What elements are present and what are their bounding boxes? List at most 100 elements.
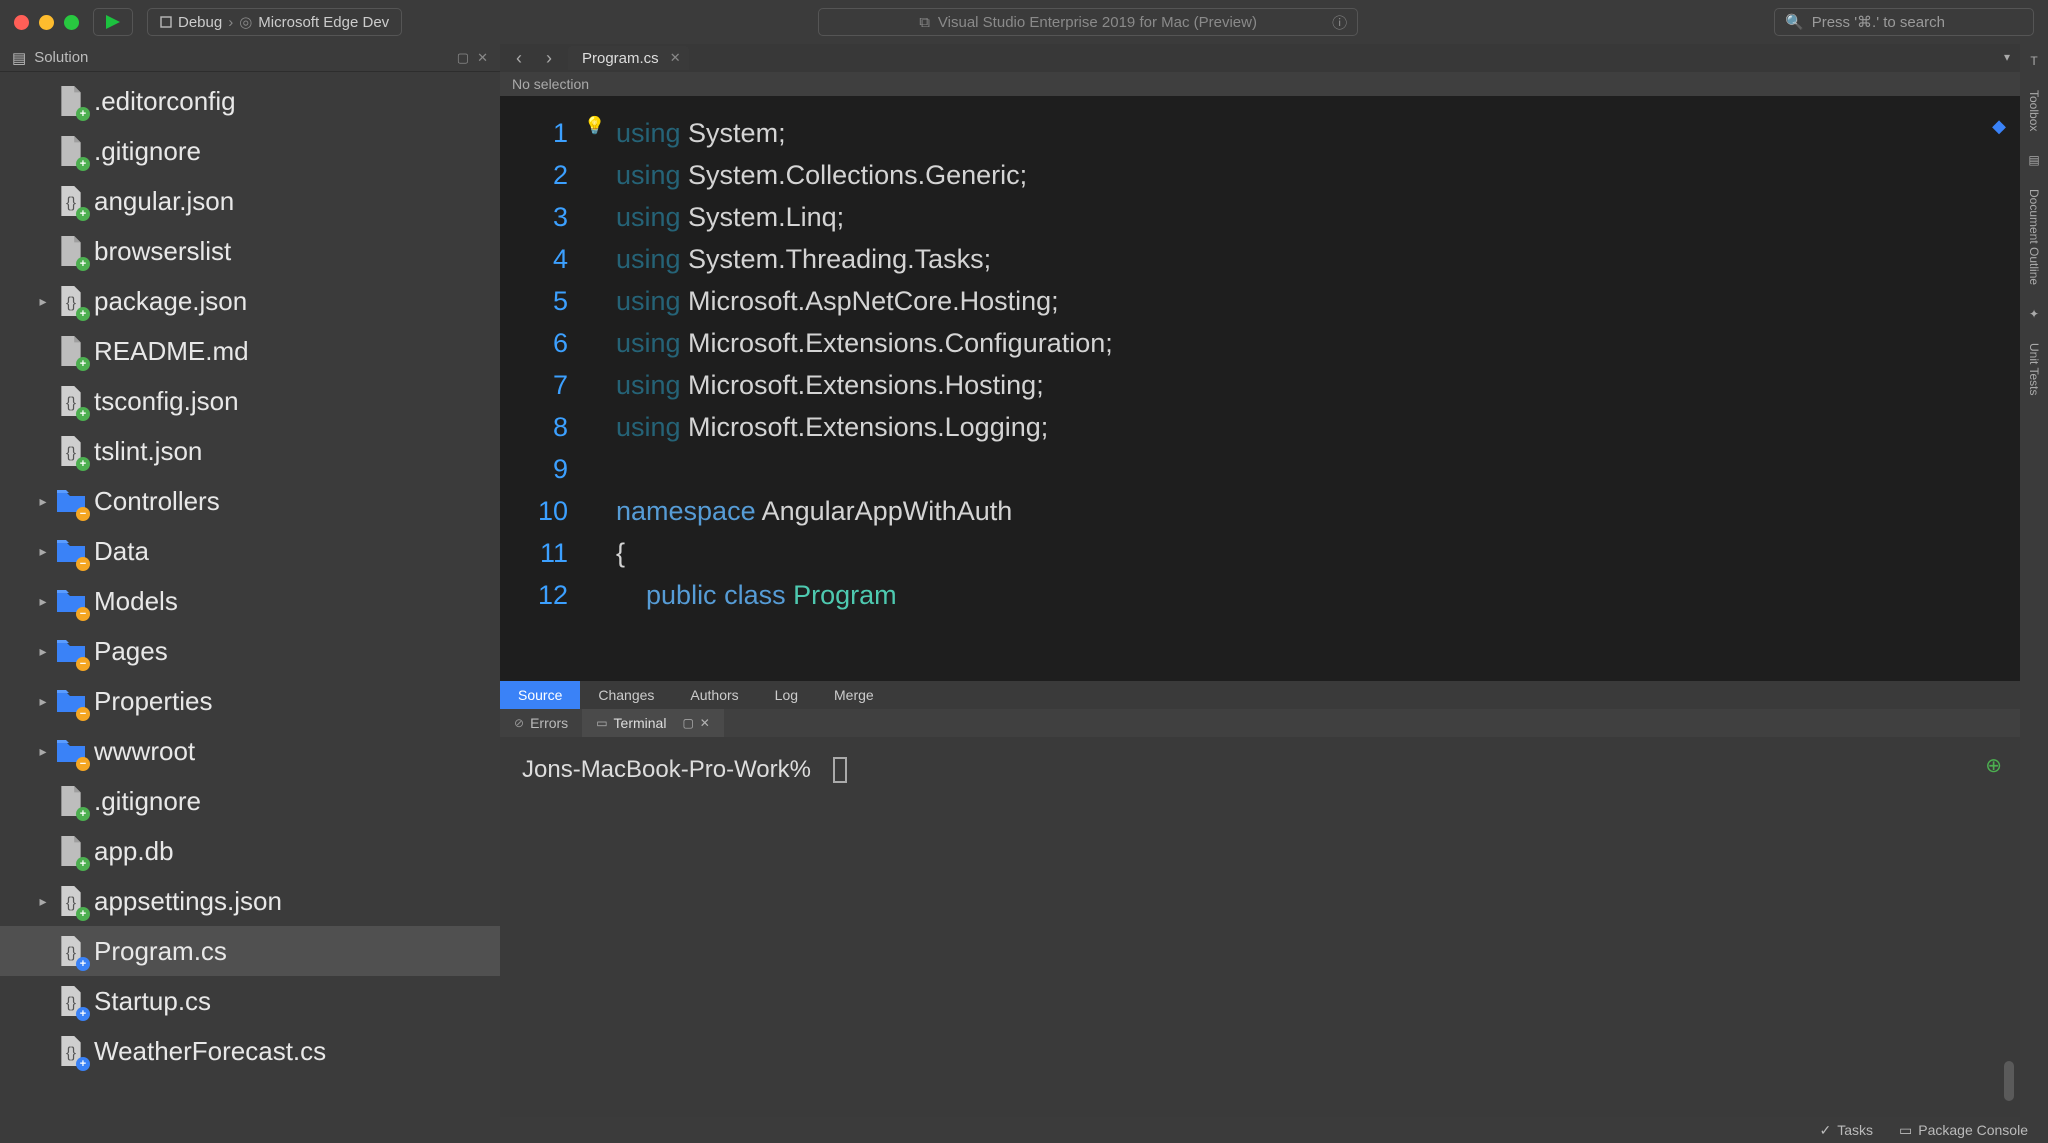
outline-label[interactable]: Document Outline [2027,189,2041,285]
blame-tabstrip: SourceChangesAuthorsLogMerge [500,681,2020,709]
status-bar: ✓ Tasks ▭ Package Console [0,1117,2048,1143]
file-icon: + [56,335,86,367]
solution-icon: ▤ [12,49,26,67]
close-window-button[interactable] [14,15,29,30]
expand-chevron-icon[interactable]: ▸ [34,893,52,910]
tree-item-tsconfig-json[interactable]: {}+tsconfig.json [0,376,500,426]
toolbox-label[interactable]: Toolbox [2027,90,2041,131]
tree-item-tslint-json[interactable]: {}+tslint.json [0,426,500,476]
tasks-status[interactable]: ✓ Tasks [1819,1122,1873,1139]
tree-item-wwwroot[interactable]: ▸−wwwroot [0,726,500,776]
expand-chevron-icon[interactable]: ▸ [34,743,52,760]
expand-chevron-icon[interactable]: ▸ [34,593,52,610]
run-target-label: Microsoft Edge Dev [258,14,389,31]
minimize-window-button[interactable] [39,15,54,30]
expand-chevron-icon[interactable]: ▸ [34,493,52,510]
tab-overflow-icon[interactable]: ▾ [2004,50,2010,64]
file-tab-program[interactable]: Program.cs ✕ [568,46,689,70]
expand-chevron-icon[interactable]: ▸ [34,543,52,560]
terminal-panel-tab[interactable]: ▭ Terminal ▢ ✕ [582,709,724,737]
tree-item-controllers[interactable]: ▸−Controllers [0,476,500,526]
lowtab-merge[interactable]: Merge [816,681,892,709]
tests-label[interactable]: Unit Tests [2027,343,2041,395]
file-icon: + [56,235,86,267]
editor-tabstrip: ‹ › Program.cs ✕ ▾ [500,44,2020,72]
global-search[interactable]: 🔍 Press '⌘.' to search [1774,8,2034,36]
vcs-badge-icon: − [76,707,90,721]
tree-item-angular-json[interactable]: {}+ angular.json [0,176,500,226]
tree-item-browserslist[interactable]: +browserslist [0,226,500,276]
tests-icon[interactable]: ✦ [2029,307,2039,321]
expand-chevron-icon[interactable]: ▸ [34,293,52,310]
tree-item-appsettings-json[interactable]: ▸{}+appsettings.json [0,876,500,926]
breadcrumb-label: No selection [512,76,589,92]
run-button[interactable] [93,8,133,36]
tree-item-label: .gitignore [94,136,201,167]
json-icon: {}+ [56,185,86,217]
breadcrumb[interactable]: No selection [500,72,2020,96]
svg-text:{}: {} [66,894,76,911]
errors-panel-tab[interactable]: ⊘ Errors [500,709,582,737]
lowtab-authors[interactable]: Authors [672,681,756,709]
nav-back-button[interactable]: ‹ [508,47,530,69]
tree-item-models[interactable]: ▸−Models [0,576,500,626]
tree-item-package-json[interactable]: ▸{}+package.json [0,276,500,326]
pane-close-icon[interactable]: ✕ [477,50,488,66]
code-content[interactable]: using System; using System.Collections.G… [578,96,1113,681]
info-icon[interactable]: ⓘ [1332,12,1347,33]
tree-item-label: Controllers [94,486,220,517]
pane-pop-icon[interactable]: ▢ [457,50,469,66]
tree-item-label: Program.cs [94,936,227,967]
tree-item-pages[interactable]: ▸−Pages [0,626,500,676]
tree-item-label: tslint.json [94,436,202,467]
vcs-badge-icon: + [76,807,90,821]
pane-pop-icon[interactable]: ▢ [682,716,693,730]
tree-item-label: app.db [94,836,174,867]
tree-item-label: angular.json [94,186,234,217]
tree-item-data[interactable]: ▸−Data [0,526,500,576]
expand-chevron-icon[interactable]: ▸ [34,643,52,660]
tree-item-properties[interactable]: ▸−Properties [0,676,500,726]
close-tab-icon[interactable]: ✕ [670,50,681,66]
tree-item--editorconfig[interactable]: + .editorconfig [0,76,500,126]
target-icon: ◎ [239,13,252,31]
vcs-badge-icon: + [76,357,90,371]
svg-text:{}: {} [66,394,76,411]
lowtab-source[interactable]: Source [500,681,580,709]
json-icon: {}+ [56,885,86,917]
file-icon: + [56,85,86,117]
tree-item-label: Startup.cs [94,986,211,1017]
tree-item--gitignore[interactable]: +.gitignore [0,776,500,826]
lightbulb-icon[interactable]: 💡 [584,116,605,136]
new-terminal-button[interactable]: ⊕ [1985,753,2002,778]
outline-icon[interactable]: ▤ [2028,153,2039,167]
tree-item-label: .editorconfig [94,86,236,117]
nav-forward-button[interactable]: › [538,47,560,69]
app-title: Visual Studio Enterprise 2019 for Mac (P… [938,14,1257,31]
run-config-label: Debug [178,14,222,31]
toolbox-icon[interactable]: T [2030,54,2037,68]
lowtab-log[interactable]: Log [757,681,816,709]
tree-item--gitignore[interactable]: +.gitignore [0,126,500,176]
terminal-scrollbar[interactable] [2004,1061,2014,1101]
tree-item-readme-md[interactable]: + README.md [0,326,500,376]
vcs-badge-icon: + [76,957,90,971]
lowtab-changes[interactable]: Changes [580,681,672,709]
vcs-badge-icon: + [76,307,90,321]
maximize-window-button[interactable] [64,15,79,30]
solution-tree[interactable]: +.editorconfig+.gitignore{}+angular.json… [0,72,500,1117]
tree-item-app-db[interactable]: +app.db [0,826,500,876]
run-config-selector[interactable]: Debug › ◎ Microsoft Edge Dev [147,8,402,36]
package-console-status[interactable]: ▭ Package Console [1899,1122,2028,1139]
terminal-panel[interactable]: Jons-MacBook-Pro-Work% ⊕ [500,737,2020,1117]
tree-item-program-cs[interactable]: {}+Program.cs [0,926,500,976]
json-icon: {}+ [56,285,86,317]
app-title-bar: ⧉ Visual Studio Enterprise 2019 for Mac … [818,8,1358,36]
svg-text:{}: {} [66,1044,76,1061]
tree-item-weatherforecast-cs[interactable]: {}+WeatherForecast.cs [0,1026,500,1076]
code-editor[interactable]: 123456789101112 💡 ◆ using System; using … [500,96,2020,681]
tree-item-startup-cs[interactable]: {}+Startup.cs [0,976,500,1026]
pane-close-icon[interactable]: ✕ [700,716,710,730]
expand-chevron-icon[interactable]: ▸ [34,693,52,710]
tree-item-label: README.md [94,336,249,367]
